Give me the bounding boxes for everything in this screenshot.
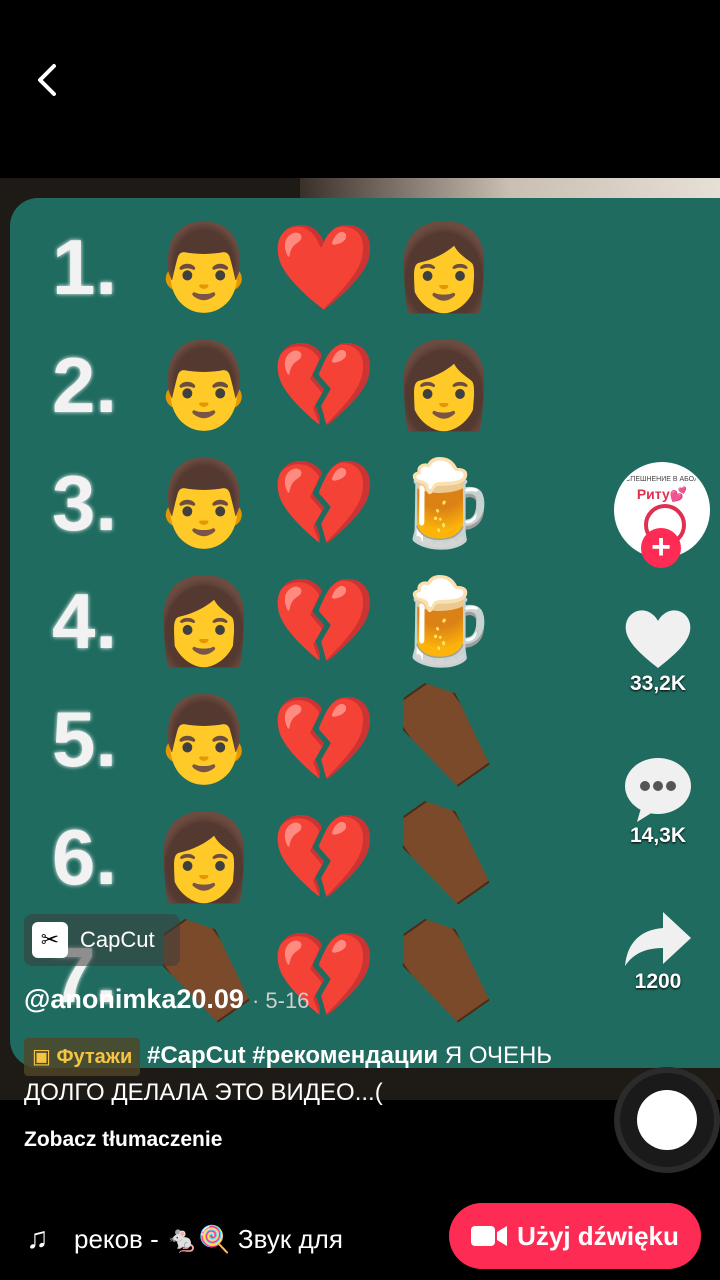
avatar-name: Риту💕 <box>636 486 688 502</box>
like-button[interactable]: 33,2K <box>610 606 706 696</box>
row-number: 5. <box>52 694 118 783</box>
avatar-caption: УСПЕШНЕНИЕ В АБОЛЬ <box>620 476 704 483</box>
row-number: 6. <box>52 812 118 901</box>
emoji-row: 1. 👨 ❤️ 👩 <box>52 212 504 322</box>
share-button[interactable]: 1200 <box>610 908 706 994</box>
heart-icon <box>625 610 691 668</box>
man-emoji: 👨 <box>151 692 257 786</box>
share-icon <box>625 912 691 966</box>
emoji-row: 3. 👨 💔 🍺 <box>52 448 504 558</box>
coffin-icon <box>388 672 500 794</box>
comment-count: 14,3K <box>629 824 687 847</box>
back-button[interactable] <box>28 58 72 102</box>
see-translation-link[interactable]: Zobacz tłumaczenie <box>24 1128 222 1152</box>
background-light <box>300 178 720 198</box>
heart-emoji: ❤️ <box>271 220 377 314</box>
post-date: · 5-16 <box>251 988 310 1013</box>
emoji-row: 2. 👨 💔 👩 <box>52 330 504 440</box>
chevron-left-icon <box>38 64 56 96</box>
row-number: 2. <box>52 340 118 429</box>
broken-heart-emoji: 💔 <box>271 574 377 668</box>
emoji-row: 6. 👩 💔 <box>52 802 504 912</box>
coffin-icon <box>388 790 500 912</box>
follow-button[interactable]: + <box>641 528 681 568</box>
comment-icon <box>625 758 691 822</box>
author-name: @anonimka20.09 <box>24 984 244 1014</box>
woman-emoji: 👩 <box>151 810 257 904</box>
man-emoji: 👨 <box>151 338 257 432</box>
use-sound-button[interactable]: Użyj dźwięku <box>449 1203 701 1269</box>
broken-heart-emoji: 💔 <box>271 810 377 904</box>
futazhi-tag[interactable]: ▣ Футажи <box>24 1038 141 1076</box>
row-number: 4. <box>52 576 118 665</box>
capcut-label: CapCut <box>80 927 155 952</box>
coffin-emoji <box>384 799 504 916</box>
emoji-row: 4. 👩 💔 🍺 <box>52 566 504 676</box>
row-number: 3. <box>52 458 118 547</box>
comment-button[interactable]: 14,3K <box>610 756 706 848</box>
coffin-emoji <box>384 681 504 798</box>
disc-avatar <box>637 1090 697 1150</box>
like-count: 33,2K <box>629 672 687 695</box>
woman-emoji: 👩 <box>391 220 497 314</box>
top-bar <box>0 0 720 175</box>
use-sound-label: Użyj dźwięku <box>517 1220 679 1251</box>
row-number: 1. <box>52 222 118 311</box>
capcut-logo-icon: ✂ <box>32 922 68 958</box>
coffin-icon <box>388 908 500 1030</box>
author-username[interactable]: @anonimka20.09 · 5-16 <box>24 984 309 1015</box>
broken-heart-emoji: 💔 <box>271 692 377 786</box>
man-emoji: 👨 <box>151 456 257 550</box>
post-caption: ▣ Футажи #CapCut #рекомендации Я ОЧЕНЬ Д… <box>24 1038 584 1110</box>
sound-title[interactable]: реков - 🐁🍭 Звук для <box>74 1224 444 1255</box>
broken-heart-emoji: 💔 <box>271 456 377 550</box>
video-camera-icon <box>471 1226 508 1246</box>
hashtags[interactable]: #CapCut #рекомендации <box>147 1042 438 1069</box>
emoji-row: 5. 👨 💔 <box>52 684 504 794</box>
music-note-icon: ♫ <box>26 1222 49 1255</box>
beer-emoji: 🍺 <box>391 456 497 550</box>
beer-emoji: 🍺 <box>391 574 497 668</box>
capcut-template-link[interactable]: ✂ CapCut <box>24 914 180 966</box>
woman-emoji: 👩 <box>151 574 257 668</box>
man-emoji: 👨 <box>151 220 257 314</box>
broken-heart-emoji: 💔 <box>271 338 377 432</box>
woman-emoji: 👩 <box>391 338 497 432</box>
futazhi-label: Футажи <box>56 1046 133 1068</box>
music-disc[interactable] <box>614 1067 720 1173</box>
coffin-emoji <box>384 917 504 1034</box>
share-count: 1200 <box>634 970 682 993</box>
